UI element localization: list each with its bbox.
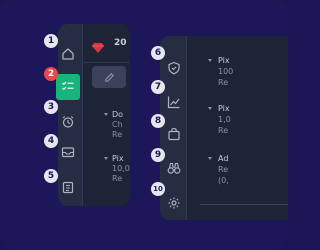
- binoculars-icon[interactable]: [164, 158, 184, 178]
- expand-caret-icon: [104, 113, 108, 116]
- step-badge-active: 2: [44, 67, 58, 81]
- alarm-icon[interactable]: [58, 112, 78, 132]
- list-item-line: Ad: [218, 154, 229, 163]
- gem-icon: [92, 38, 104, 53]
- tutorial-card: 20 Do Ch Re Pix 10,0 Re 1 2 3 4 5 Pix 10…: [0, 0, 288, 250]
- list-item-line: 1,0: [218, 115, 231, 124]
- list-item-line: Ch: [112, 120, 123, 129]
- expand-caret-icon: [104, 157, 108, 160]
- expand-caret-icon: [208, 157, 212, 160]
- shopping-bag-icon[interactable]: [164, 124, 184, 144]
- step-badge: 3: [44, 100, 58, 114]
- step-badge: 1: [44, 34, 58, 48]
- step-badge: 6: [151, 46, 165, 60]
- divider: [200, 204, 288, 205]
- tasks-nav-button[interactable]: [56, 74, 80, 100]
- list-item-line: Pix: [218, 56, 230, 65]
- gem-value: 20: [114, 38, 127, 48]
- expand-caret-icon: [208, 107, 212, 110]
- edit-button[interactable]: [92, 66, 126, 88]
- list-item-line: Re: [218, 78, 229, 87]
- clipboard-icon[interactable]: [58, 177, 78, 197]
- step-badge: 8: [151, 114, 165, 128]
- chart-icon[interactable]: [164, 92, 184, 112]
- checklist-icon: [62, 81, 74, 91]
- list-item-line: 100: [218, 67, 234, 76]
- step-badge: 9: [151, 148, 165, 162]
- list-item-line: (0,: [218, 176, 229, 185]
- list-item-line: Re: [112, 130, 123, 139]
- gear-icon[interactable]: [164, 193, 184, 213]
- expand-caret-icon: [208, 59, 212, 62]
- edit-icon: [104, 72, 114, 82]
- home-icon[interactable]: [58, 44, 78, 64]
- list-item-line: Do: [112, 110, 124, 119]
- inbox-icon[interactable]: [58, 142, 78, 162]
- list-item-line: Pix: [112, 154, 124, 163]
- step-badge: 5: [44, 169, 58, 183]
- list-item-line: Re: [218, 126, 229, 135]
- step-badge: 7: [151, 80, 165, 94]
- list-item-line: Re: [218, 165, 229, 174]
- list-item-line: 10,0: [112, 164, 130, 173]
- shield-icon[interactable]: [164, 58, 184, 78]
- step-badge: 4: [44, 134, 58, 148]
- list-item-line: Re: [112, 174, 123, 183]
- list-item-line: Pix: [218, 104, 230, 113]
- step-badge: 10: [151, 182, 165, 196]
